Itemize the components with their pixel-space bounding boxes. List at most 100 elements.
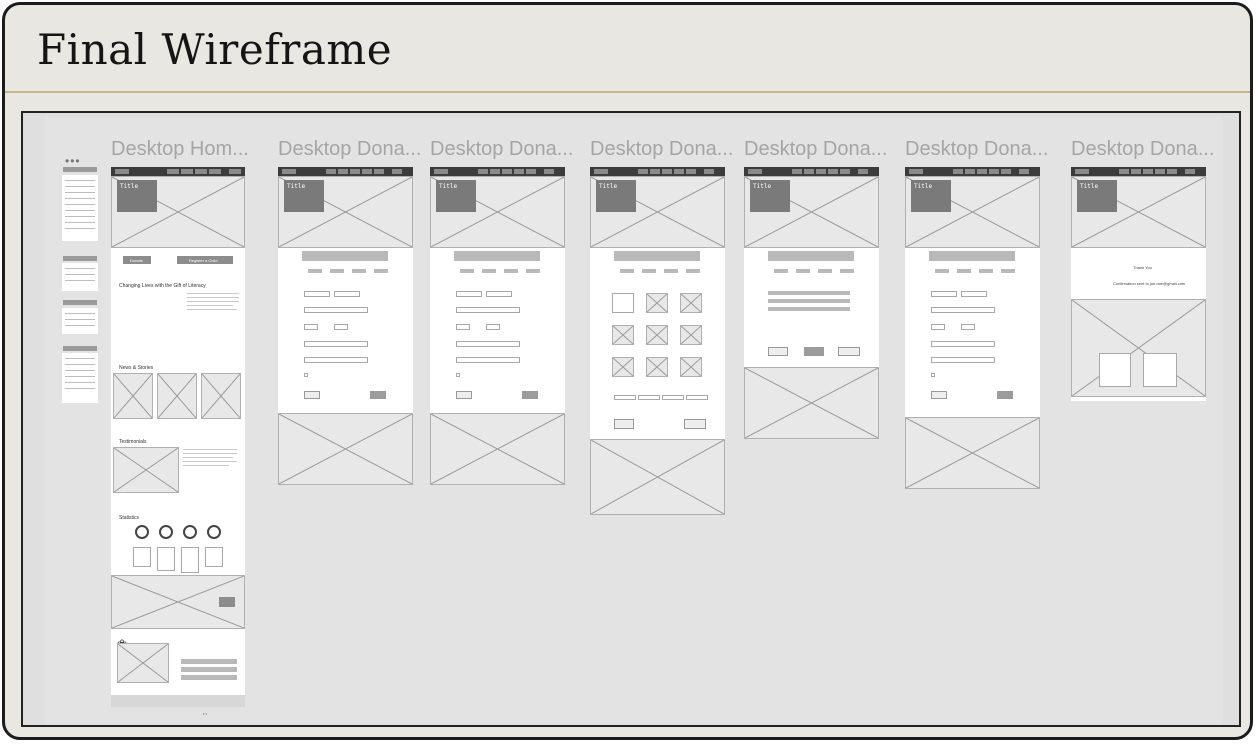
step-tab[interactable] — [840, 269, 854, 273]
form-field[interactable] — [304, 324, 318, 330]
artboard-donate-2[interactable]: Title — [430, 167, 565, 485]
step-tab[interactable] — [460, 269, 474, 273]
step-tab[interactable] — [957, 269, 971, 273]
artboard-donate-4[interactable]: Title — [744, 167, 879, 439]
step-tab[interactable] — [935, 269, 949, 273]
layers-list[interactable] — [62, 175, 98, 241]
artboard-donate-5[interactable]: Title — [905, 167, 1040, 489]
form-field[interactable] — [456, 357, 520, 363]
banner-donate-button[interactable] — [219, 597, 235, 607]
step-tab[interactable] — [308, 269, 322, 273]
pie-icon — [159, 525, 173, 539]
amount-input[interactable] — [638, 395, 660, 400]
confirm-button[interactable] — [838, 347, 860, 356]
frame-label-donate-2[interactable]: Desktop Dona... — [430, 138, 573, 161]
form-field[interactable] — [304, 341, 368, 347]
back-button[interactable] — [614, 419, 634, 429]
edit-button[interactable] — [804, 347, 824, 356]
form-field[interactable] — [931, 307, 995, 313]
step-tab[interactable] — [979, 269, 993, 273]
artboard-home[interactable]: Title Donate Register a Child Changing L… — [111, 167, 245, 707]
step-tab[interactable] — [642, 269, 656, 273]
amount-input[interactable] — [662, 395, 684, 400]
form-field[interactable] — [961, 291, 987, 297]
form-field[interactable] — [456, 341, 520, 347]
form-field[interactable] — [456, 291, 482, 297]
step-header — [614, 251, 700, 261]
amount-option — [680, 293, 702, 313]
step-tab[interactable] — [526, 269, 540, 273]
nav-bar — [590, 167, 725, 176]
step-tab[interactable] — [482, 269, 496, 273]
more-icon[interactable]: ••• — [65, 154, 81, 168]
wireframe-canvas[interactable]: ••• Desktop Hom... Desktop Dona... Deskt… — [21, 111, 1241, 727]
form-field[interactable] — [456, 307, 520, 313]
step-tab[interactable] — [504, 269, 518, 273]
form-field[interactable] — [304, 357, 368, 363]
summary-row — [768, 291, 850, 295]
continue-button[interactable] — [684, 419, 706, 429]
form-field[interactable] — [334, 324, 348, 330]
amount-input[interactable] — [614, 395, 636, 400]
artboard-donate-1[interactable]: Title — [278, 167, 413, 485]
back-button[interactable] — [931, 391, 947, 399]
donate-button[interactable]: Donate — [123, 256, 151, 264]
step-tab[interactable] — [686, 269, 700, 273]
layers-list[interactable] — [62, 263, 98, 291]
frame-label-donate-5[interactable]: Desktop Dona... — [905, 138, 1048, 161]
form-field[interactable] — [304, 291, 330, 297]
checkbox[interactable] — [304, 373, 308, 377]
frame-label-donate-1[interactable]: Desktop Dona... — [278, 138, 421, 161]
summary-row — [768, 299, 850, 303]
amount-input[interactable] — [686, 395, 708, 400]
frame-label-donate-3[interactable]: Desktop Dona... — [590, 138, 733, 161]
step-tab[interactable] — [796, 269, 810, 273]
form-field[interactable] — [334, 291, 360, 297]
form-field[interactable] — [931, 357, 995, 363]
nav-bar — [905, 167, 1040, 176]
form-field[interactable] — [486, 324, 500, 330]
layers-group-header — [63, 346, 97, 351]
checkbox[interactable] — [456, 373, 460, 377]
form-field[interactable] — [931, 341, 995, 347]
footer-card — [1099, 353, 1131, 387]
layers-list[interactable] — [62, 353, 98, 403]
step-header — [302, 251, 388, 261]
step-tab[interactable] — [818, 269, 832, 273]
register-button[interactable]: Register a Child — [177, 256, 233, 264]
footer-image — [1071, 299, 1206, 397]
next-button[interactable] — [370, 391, 386, 399]
form-field[interactable] — [304, 307, 368, 313]
step-tab[interactable] — [374, 269, 388, 273]
news-image — [201, 373, 241, 419]
step-tab[interactable] — [774, 269, 788, 273]
next-button[interactable] — [522, 391, 538, 399]
hero-title-box: Title — [750, 180, 790, 212]
amount-option[interactable] — [612, 293, 634, 313]
form-field[interactable] — [486, 291, 512, 297]
form-field[interactable] — [456, 324, 470, 330]
back-button[interactable] — [768, 347, 788, 356]
nav-bar — [111, 167, 245, 176]
checkbox[interactable] — [931, 373, 935, 377]
next-button[interactable] — [997, 391, 1013, 399]
back-button[interactable] — [304, 391, 320, 399]
frame-label-home[interactable]: Desktop Hom... — [111, 138, 249, 161]
step-tab[interactable] — [1001, 269, 1015, 273]
thank-you-text: Thank You — [1133, 265, 1152, 270]
frame-label-donate-4[interactable]: Desktop Dona... — [744, 138, 887, 161]
hero-title-box: Title — [1077, 180, 1117, 212]
form-field[interactable] — [931, 291, 957, 297]
frame-label-donate-6[interactable]: Desktop Dona... — [1071, 138, 1214, 161]
artboard-donate-6[interactable]: Title Thank You Confirmation sent to joe.d… — [1071, 167, 1206, 401]
step-tab[interactable] — [620, 269, 634, 273]
layers-list[interactable] — [62, 308, 98, 334]
form-field[interactable] — [931, 324, 945, 330]
home-headline: Changing Lives with the Gift of Literacy — [119, 283, 206, 289]
back-button[interactable] — [456, 391, 472, 399]
form-field[interactable] — [961, 324, 975, 330]
artboard-donate-3[interactable]: Title$$ — [590, 167, 725, 515]
step-tab[interactable] — [664, 269, 678, 273]
step-tab[interactable] — [330, 269, 344, 273]
step-tab[interactable] — [352, 269, 366, 273]
